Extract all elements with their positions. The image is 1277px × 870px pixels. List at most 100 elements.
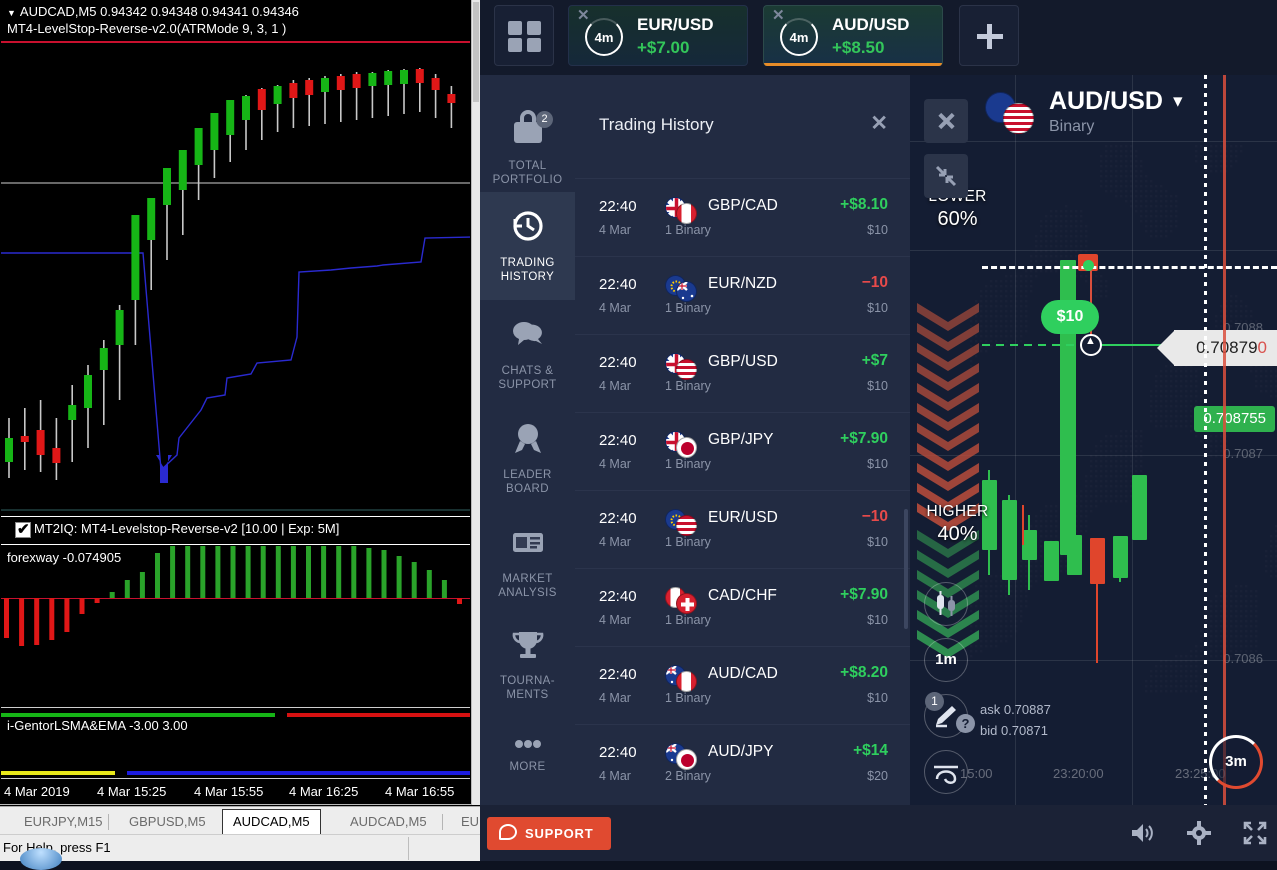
trade-type: 1 Binary <box>665 379 711 393</box>
settings-button[interactable] <box>1187 821 1211 850</box>
trade-flags <box>665 587 699 614</box>
portfolio-icon: 2 <box>480 109 575 155</box>
asset-tab-eurusd[interactable]: ✕ 4m EUR/USD +$7.00 <box>568 5 748 66</box>
active-tab-indicator <box>764 63 942 66</box>
portfolio-badge: 2 <box>536 111 553 128</box>
sidebar-item-tourna[interactable]: TOURNA- MENTS <box>480 610 575 722</box>
chevron-down-icon[interactable]: ▼ <box>1170 93 1186 110</box>
trade-pair: GBP/USD <box>708 353 778 370</box>
status-orb <box>20 848 62 870</box>
mt4-tab-audcad-2[interactable]: AUDCAD,M5 <box>340 811 437 835</box>
mt4-candle-chart <box>1 68 470 511</box>
trade-amount: +$14 <box>853 742 888 759</box>
sidebar-item-chats[interactable]: CHATS & SUPPORT <box>480 300 575 404</box>
collapse-chart-button[interactable] <box>924 154 968 198</box>
time-label: 4 Mar 2019 <box>4 784 70 799</box>
table-row[interactable]: 22:40 4 Mar CAD/CHF 1 Binary +$7.90 $10 <box>575 568 910 646</box>
lsma-blue-bar <box>127 771 470 775</box>
mt4-tab-bar[interactable]: EURJPY,M15 GBPUSD,M5 AUDCAD,M5 AUDCAD,M5… <box>0 806 480 835</box>
flag-ca-icon <box>676 671 697 692</box>
trading-history-list[interactable]: 22:40 4 Mar GBP/CAD 1 Binary +$8.10 $10 22:40 4… <box>575 178 910 805</box>
trade-flags <box>665 275 699 302</box>
asset-tab-bar: ✕ 4m EUR/USD +$7.00 ✕ 4m AUD/USD +$8.50 <box>480 0 1277 75</box>
expand-icon <box>1243 821 1267 845</box>
lsma-yellow-bar <box>1 771 115 775</box>
expiry-timer[interactable]: 3m <box>1209 735 1263 789</box>
sidebar-item-total[interactable]: 2 TOTAL PORTFOLIO <box>480 95 575 192</box>
sound-button[interactable] <box>1130 821 1156 850</box>
fullscreen-button[interactable] <box>1243 821 1267 850</box>
candle-type-button[interactable] <box>924 582 968 626</box>
trade-pair: GBP/JPY <box>708 431 774 448</box>
price-chart[interactable]: 0.7088 0.7087 0.7086 $10 0.708790 0.7087… <box>910 75 1277 805</box>
mt4-tab-gbpusd[interactable]: GBPUSD,M5 <box>119 811 216 835</box>
mt4-scrollbar[interactable] <box>472 0 480 805</box>
news-icon <box>480 522 575 568</box>
current-price-last-digit: 0 <box>1257 338 1267 357</box>
flag-us-icon <box>676 359 697 380</box>
mt4-histogram-pane[interactable]: forexway -0.074905 <box>1 546 470 708</box>
list-scrollbar[interactable] <box>904 509 908 629</box>
table-row[interactable]: 22:40 4 Mar GBP/JPY 1 Binary +$7.90 $10 <box>575 412 910 490</box>
grid-view-button[interactable] <box>494 5 554 66</box>
sidebar-item-label: MORE <box>509 761 546 773</box>
sidebar-item-trading[interactable]: TRADING HISTORY <box>480 192 575 300</box>
stake-badge: $10 <box>1041 300 1099 334</box>
higher-label: HIGHER <box>926 503 989 520</box>
sidebar-item-leader[interactable]: LEADER BOARD <box>480 404 575 508</box>
help-icon[interactable]: ? <box>956 714 975 733</box>
table-row[interactable]: 22:40 4 Mar EUR/NZD 1 Binary −10 $10 <box>575 256 910 334</box>
sidebar-item-more[interactable]: MORE <box>480 722 575 802</box>
sidebar-rail: 2 TOTAL PORTFOLIO TRADING HISTORY CHATS & SUPP… <box>480 75 575 805</box>
flag-ca-icon <box>676 203 697 224</box>
mt4-tab-audcad-active[interactable]: AUDCAD,M5 <box>222 809 321 835</box>
lsma-red-bar <box>287 713 470 717</box>
mt4-signal-bar[interactable]: MT2IQ: MT4-Levelstop-Reverse-v2 [10.00 |… <box>1 517 470 545</box>
sidebar-item-label: TRADING HISTORY <box>500 257 555 283</box>
trade-type: 1 Binary <box>665 457 711 471</box>
table-row[interactable]: 22:40 4 Mar GBP/CAD 1 Binary +$8.10 $10 <box>575 178 910 256</box>
trade-stake: $10 <box>867 457 888 471</box>
close-icon[interactable]: ✕ <box>772 8 785 23</box>
trade-time: 22:40 <box>599 276 637 293</box>
trade-type: 2 Binary <box>665 769 711 783</box>
timer-label: 4m <box>594 30 614 45</box>
sidebar-item-market[interactable]: MARKET ANALYSIS <box>480 508 575 610</box>
asset-tab-audusd[interactable]: ✕ 4m AUD/USD +$8.50 <box>763 5 943 66</box>
mt4-lsma-pane[interactable]: i-GentorLSMA&EMA -3.00 3.00 <box>1 709 470 779</box>
table-row[interactable]: 22:40 4 Mar AUD/JPY 2 Binary +$14 $20 <box>575 724 910 802</box>
mt4-chart-area[interactable]: ▼ AUDCAD,M5 0.94342 0.94348 0.94341 0.943… <box>0 0 480 805</box>
support-button[interactable]: SUPPORT <box>487 817 612 850</box>
trade-date: 4 Mar <box>599 769 631 783</box>
candlestick-icon <box>937 591 955 616</box>
timeframe-button[interactable]: 1m <box>924 638 968 682</box>
close-icon[interactable]: ✕ <box>870 113 888 134</box>
trade-time: 22:40 <box>599 432 637 449</box>
table-row[interactable]: 22:40 4 Mar EUR/USD 1 Binary −10 $10 <box>575 490 910 568</box>
trade-stake: $10 <box>867 301 888 315</box>
table-row[interactable]: 22:40 4 Mar GBP/USD 1 Binary +$7 $10 <box>575 334 910 412</box>
chart-pair-title[interactable]: AUD/USD ▼ <box>1049 87 1186 116</box>
sidebar-item-label: TOTAL PORTFOLIO <box>492 160 563 186</box>
close-icon[interactable]: ✕ <box>577 8 590 23</box>
signal-checkbox[interactable] <box>15 520 31 538</box>
trade-amount: −10 <box>861 508 888 525</box>
trade-flags <box>665 665 699 692</box>
mt4-status-bar: For Help, press F1 <box>0 834 480 861</box>
higher-sentiment: HIGHER 40% <box>910 503 1005 546</box>
mt4-tab-eurjpy[interactable]: EURJPY,M15 <box>14 811 113 835</box>
tab-divider <box>108 814 109 830</box>
flag-jp-icon <box>676 749 697 770</box>
trade-amount: +$7.90 <box>840 430 888 447</box>
trade-date: 4 Mar <box>599 613 631 627</box>
mt4-price-pane[interactable]: ▼ AUDCAD,M5 0.94342 0.94348 0.94341 0.943… <box>1 0 470 517</box>
support-label: SUPPORT <box>525 826 594 841</box>
timer-ring-icon: 4m <box>780 18 818 56</box>
chart-pair-flags <box>985 90 1041 134</box>
close-chart-button[interactable] <box>924 99 968 143</box>
tab-divider <box>442 814 443 830</box>
trade-pair: GBP/CAD <box>708 197 778 214</box>
grid-icon <box>527 38 541 52</box>
add-asset-button[interactable] <box>959 5 1019 66</box>
table-row[interactable]: 22:40 4 Mar AUD/CAD 1 Binary +$8.20 $10 <box>575 646 910 724</box>
